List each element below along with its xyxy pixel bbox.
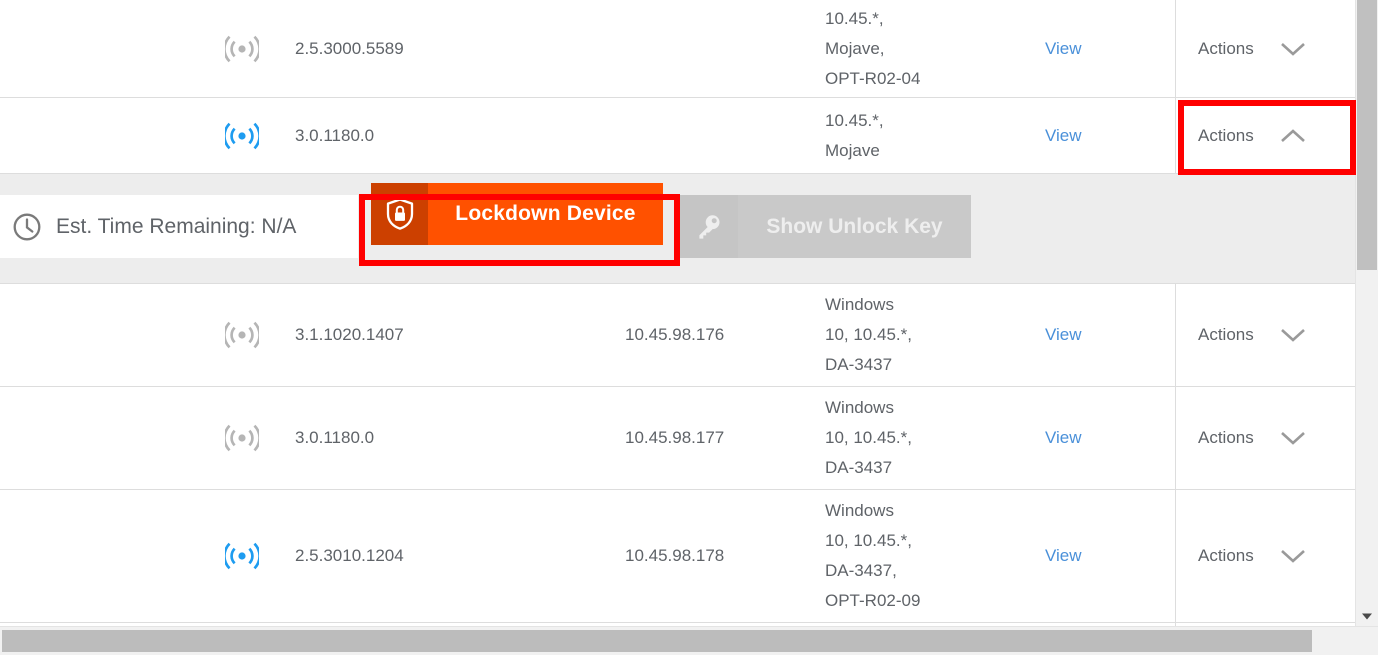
chevron-down-icon[interactable] <box>1280 41 1306 57</box>
shield-lock-icon <box>386 198 413 230</box>
lockdown-device-label: Lockdown Device <box>455 202 636 225</box>
lockdown-device-button[interactable]: Lockdown Device <box>371 183 663 245</box>
signal-status-cell <box>200 490 295 622</box>
view-link[interactable]: View <box>1045 34 1082 64</box>
row-leading-spacer <box>0 387 200 489</box>
lockdown-icon-box <box>371 183 428 245</box>
row-leading-spacer <box>0 98 200 173</box>
ip-address-cell: 10.45.98.177 <box>625 428 725 447</box>
show-unlock-key-button[interactable]: Show Unlock Key <box>678 195 971 258</box>
clock-icon <box>13 213 41 240</box>
signal-status-cell <box>200 98 295 173</box>
os-details-cell: 10.45.*, Mojave, OPT-R02-04 <box>825 8 921 88</box>
os-details-cell: Windows 10, 10.45.*, DA-3437 <box>825 398 912 477</box>
os-details-cell: 10.45.*, Mojave <box>825 110 884 160</box>
show-unlock-key-label: Show Unlock Key <box>766 214 943 238</box>
ip-address-cell <box>625 98 825 173</box>
table-row[interactable]: 2.5.3010.1204 10.45.98.178 Windows 10, 1… <box>0 490 1356 623</box>
est-time-label: Est. Time Remaining: N/A <box>56 214 297 238</box>
table-row[interactable]: 3.0.1180.0 10.45.*, Mojave View Actions <box>0 98 1356 174</box>
scrollbar-corner <box>1356 627 1378 655</box>
chevron-down-icon[interactable] <box>1280 548 1306 564</box>
table-row[interactable]: 3.1.1020.1407 10.45.98.176 Windows 10, 1… <box>0 284 1356 387</box>
actions-cell[interactable]: Actions <box>1175 490 1356 622</box>
chevron-down-icon[interactable] <box>1280 430 1306 446</box>
ip-address-cell: 10.45.98.178 <box>625 546 725 565</box>
actions-label: Actions <box>1198 38 1254 58</box>
table-row[interactable]: 2.5.3000.5589 10.45.*, Mojave, OPT-R02-0… <box>0 0 1356 98</box>
agent-version-cell: 3.0.1180.0 <box>295 428 375 447</box>
os-details-cell: Windows 10, 10.45.*, DA-3437, OPT-R02-09 <box>825 501 921 610</box>
chevron-up-icon[interactable] <box>1280 128 1306 144</box>
device-list-screen: 2.5.3000.5589 10.45.*, Mojave, OPT-R02-0… <box>0 0 1378 655</box>
broadcast-icon <box>225 542 259 570</box>
row-leading-spacer <box>0 284 200 386</box>
horizontal-scrollbar[interactable] <box>0 626 1378 655</box>
actions-cell[interactable]: Actions <box>1175 284 1356 386</box>
signal-status-cell <box>200 0 295 97</box>
row-leading-spacer <box>0 490 200 622</box>
horizontal-scrollbar-thumb[interactable] <box>2 630 1312 652</box>
agent-version-cell: 3.0.1180.0 <box>295 125 375 145</box>
ip-address-cell <box>625 0 825 97</box>
broadcast-icon <box>225 35 259 62</box>
actions-label: Actions <box>1198 546 1254 565</box>
signal-status-cell <box>200 387 295 489</box>
view-link[interactable]: View <box>1045 423 1082 453</box>
actions-cell[interactable]: Actions <box>1175 387 1356 489</box>
key-icon <box>699 214 720 239</box>
lockdown-action-panel: Est. Time Remaining: N/A Lockdown Device <box>0 174 1356 284</box>
actions-label: Actions <box>1198 325 1254 344</box>
scroll-down-button[interactable] <box>1356 605 1378 627</box>
ip-address-cell: 10.45.98.176 <box>625 325 725 344</box>
view-link[interactable]: View <box>1045 320 1082 350</box>
agent-version-cell: 2.5.3010.1204 <box>295 546 404 565</box>
broadcast-icon <box>225 122 259 149</box>
os-details-cell: Windows 10, 10.45.*, DA-3437 <box>825 295 912 374</box>
vertical-scrollbar[interactable] <box>1355 0 1378 627</box>
row-leading-spacer <box>0 0 200 97</box>
agent-version-cell: 3.1.1020.1407 <box>295 325 404 344</box>
agent-version-cell: 2.5.3000.5589 <box>295 38 404 58</box>
broadcast-icon <box>225 321 259 349</box>
actions-cell-expanded[interactable]: Actions <box>1175 98 1356 173</box>
est-time-remaining: Est. Time Remaining: N/A <box>0 195 358 258</box>
chevron-down-icon[interactable] <box>1280 327 1306 343</box>
lockdown-button-slot: Lockdown Device <box>358 183 678 258</box>
device-table: 2.5.3000.5589 10.45.*, Mojave, OPT-R02-0… <box>0 0 1356 627</box>
vertical-scrollbar-thumb[interactable] <box>1357 0 1377 270</box>
actions-label: Actions <box>1198 428 1254 447</box>
actions-label: Actions <box>1198 125 1254 145</box>
signal-status-cell <box>200 284 295 386</box>
view-link[interactable]: View <box>1045 121 1082 151</box>
view-link[interactable]: View <box>1045 541 1082 571</box>
unlock-icon-box <box>678 195 738 258</box>
broadcast-icon <box>225 424 259 452</box>
actions-cell[interactable]: Actions <box>1175 0 1356 97</box>
table-row[interactable]: 3.0.1180.0 10.45.98.177 Windows 10, 10.4… <box>0 387 1356 490</box>
arrow-down-icon <box>1362 613 1372 620</box>
